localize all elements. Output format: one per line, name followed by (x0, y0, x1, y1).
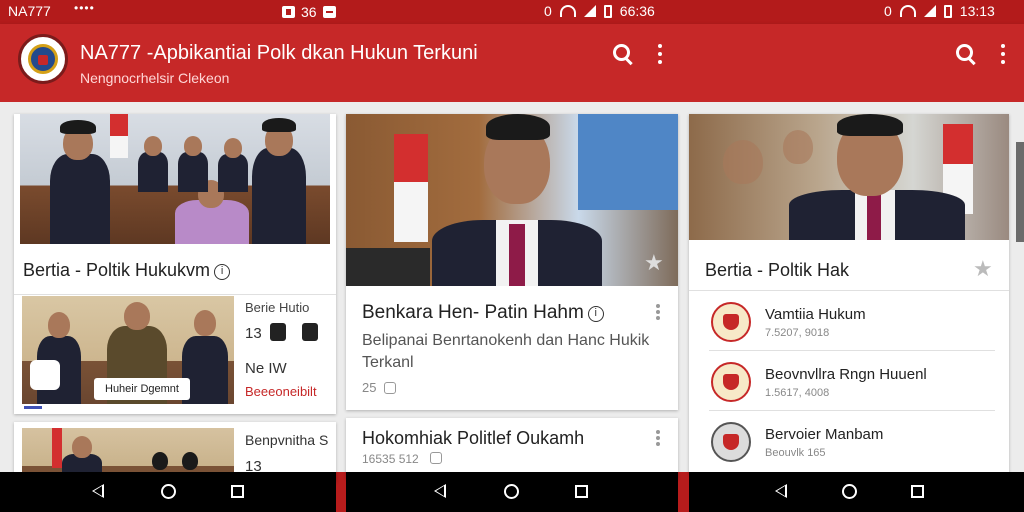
signal-icon (923, 5, 936, 17)
carrier-label: NA777 (8, 3, 51, 19)
progress-indicator (24, 406, 42, 409)
list-item-title: Bervoier Manbam (765, 426, 884, 443)
list-item-title: Vamtiia Hukum (765, 306, 866, 323)
alarm-icon: 0 (544, 3, 552, 19)
card-meta: 16535 512 (362, 452, 419, 466)
nav-bar (0, 472, 336, 512)
list-item-meta: Beouvlk 165 (765, 447, 826, 459)
photo-caption: Huheir Dgemnt (94, 378, 190, 400)
more-options-icon[interactable] (657, 44, 663, 64)
list-item-meta: 7.5207, 9018 (765, 327, 830, 339)
wifi-icon (559, 5, 576, 17)
card-side-label: Ne IW (245, 360, 287, 377)
list-item-title: Beovnvllra Rngn Huuenl (765, 366, 927, 383)
status-bar: NA777 •••• 36 0 66:36 0 13:13 (0, 0, 1024, 24)
back-icon[interactable] (92, 484, 104, 498)
app-icon (30, 360, 60, 390)
card-subtitle: Belipanai Benrtanokenh dan Hanc Hukik Te… (362, 332, 650, 371)
notification-icon (282, 6, 295, 18)
favorite-icon[interactable]: ★ (973, 256, 993, 282)
card-side-link[interactable]: Beeeoneibilt (245, 384, 317, 399)
card-title: Hokomhiak Politlef Oukamh (362, 428, 585, 448)
org-logo-icon (711, 422, 751, 462)
card-side-title: Berie Hutio (245, 300, 310, 315)
clock-time: 13:13 (959, 3, 995, 19)
nav-bar (689, 472, 1024, 512)
content-area: Bertia - Poltik Hukukvm i Huheir Dgemnt B… (0, 102, 1024, 482)
news-card[interactable]: Bertia - Poltik Hukukvm i Huheir Dgemnt B… (14, 114, 336, 414)
news-photo (20, 114, 330, 244)
signal-icon (583, 5, 596, 17)
share-icon[interactable] (430, 452, 442, 464)
minus-icon (322, 6, 336, 18)
back-icon[interactable] (434, 484, 446, 498)
card-side-count: 13 (245, 325, 262, 342)
more-options-icon[interactable] (656, 430, 660, 446)
org-logo-icon (711, 302, 751, 342)
status-mid-text: 36 (301, 4, 317, 20)
org-logo-icon (711, 362, 751, 402)
image-icon (270, 323, 286, 341)
battery-icon (943, 4, 952, 18)
battery-icon (603, 4, 612, 18)
home-icon[interactable] (504, 484, 519, 499)
app-title: NA777 -Apbikantiai Polk dkan Hukun Terku… (80, 42, 478, 64)
news-photo: Huheir Dgemnt (22, 296, 234, 404)
news-card[interactable]: Hokomhiak Politlef Oukamh 16535 512 (346, 418, 678, 478)
alarm-icon: 0 (884, 3, 892, 19)
card-meta: 25 (362, 380, 377, 395)
list-item[interactable]: Beovnvllra Rngn Huuenl 1.5617, 4008 (689, 354, 996, 412)
more-options-icon[interactable] (656, 304, 660, 320)
scroll-edge (1016, 142, 1024, 242)
list-item[interactable]: Vamtiia Hukum 7.5207, 9018 (689, 294, 996, 352)
nav-bar (346, 472, 678, 512)
share-icon[interactable] (384, 382, 396, 394)
search-icon[interactable] (956, 44, 978, 66)
app-bar: NA777 -Apbikantiai Polk dkan Hukun Terku… (0, 24, 1024, 102)
card-title: Bertia - Poltik Hukukvm (23, 260, 211, 280)
news-card[interactable]: ★ Benkara Hen- Patin Hahm i Belipanai Ben… (346, 114, 678, 410)
clock-time: 66:36 (619, 3, 655, 19)
card-title: Bertia - Poltik Hak (705, 260, 850, 280)
home-icon[interactable] (161, 484, 176, 499)
recents-icon[interactable] (231, 485, 244, 498)
search-icon[interactable] (613, 44, 635, 66)
notification-dots: •••• (74, 1, 95, 15)
recents-icon[interactable] (575, 485, 588, 498)
list-item-meta: 1.5617, 4008 (765, 387, 830, 399)
more-options-icon[interactable] (1000, 44, 1006, 64)
card-side-title: Benpvnitha S (245, 432, 329, 448)
info-icon[interactable]: i (214, 264, 231, 280)
app-logo-icon (18, 34, 68, 84)
info-icon[interactable]: i (587, 306, 604, 322)
news-card[interactable]: Bertia - Poltik Hak ★ Vamtiia Hukum 7.52… (689, 114, 1009, 474)
wifi-icon (899, 5, 916, 17)
back-icon[interactable] (775, 484, 787, 498)
news-photo: ★ (346, 114, 678, 286)
home-icon[interactable] (842, 484, 857, 499)
recents-icon[interactable] (911, 485, 924, 498)
image-icon (302, 323, 318, 341)
app-subtitle: Nengnocrhelsir Clekeon (80, 70, 230, 86)
list-item[interactable]: Bervoier Manbam Beouvlk 165 (689, 414, 996, 472)
card-title: Benkara Hen- Patin Hahm (362, 302, 584, 323)
favorite-icon[interactable]: ★ (644, 250, 664, 276)
news-photo (689, 114, 1009, 240)
